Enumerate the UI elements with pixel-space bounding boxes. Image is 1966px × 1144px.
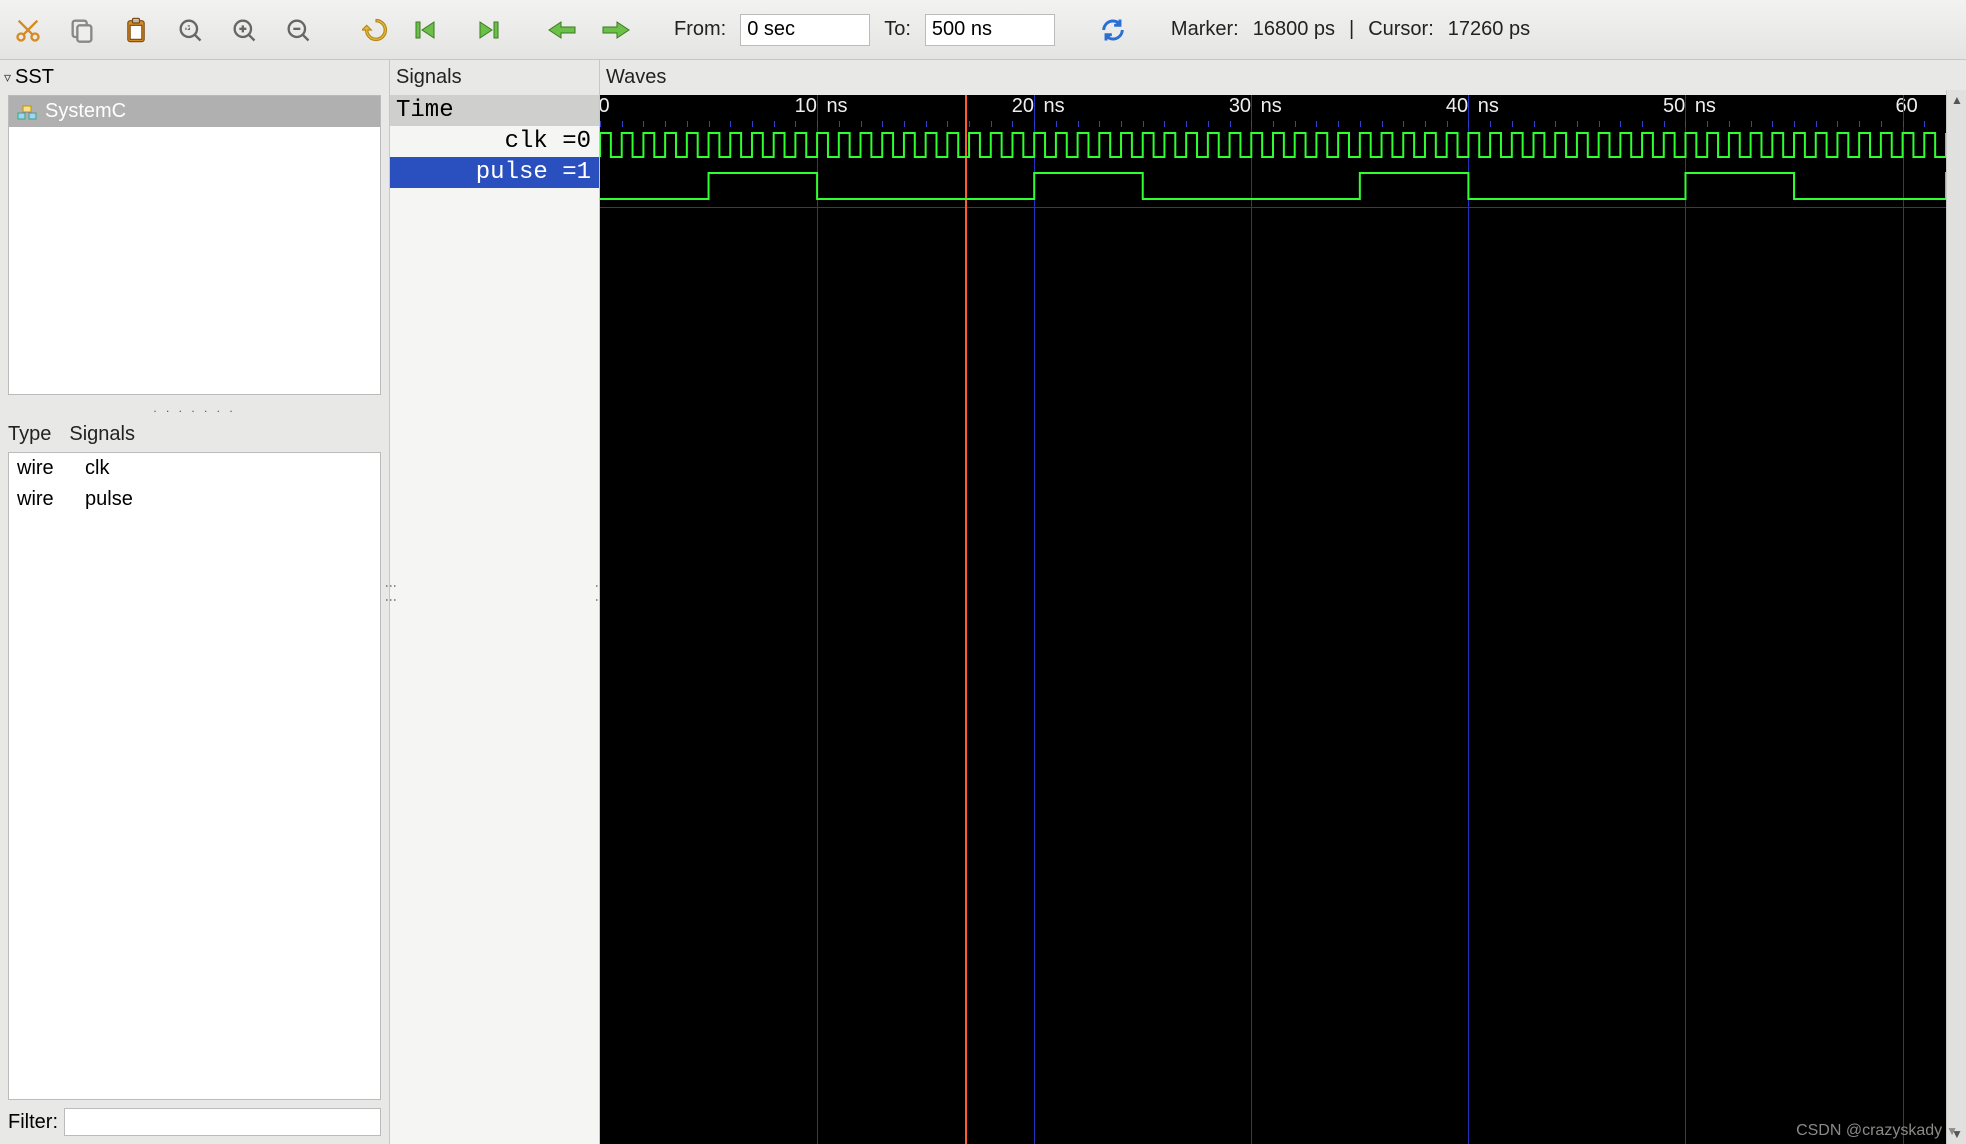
signal-name: pulse xyxy=(85,488,133,511)
watermark: CSDN @crazyskady▼ xyxy=(1796,1122,1958,1140)
tree-item-label: SystemC xyxy=(45,100,126,123)
marker-label: Marker: xyxy=(1171,18,1239,41)
refresh-icon xyxy=(1099,16,1127,44)
last-button[interactable] xyxy=(464,10,504,50)
signal-list-header: Type Signals xyxy=(0,417,389,452)
undo-icon xyxy=(362,16,390,44)
clipboard-icon xyxy=(122,16,150,44)
signals-panel: ⋮⋮ Signals Time clk =0 pulse =1 xyxy=(390,60,600,1144)
zoom-in-button[interactable] xyxy=(224,10,264,50)
undo-button[interactable] xyxy=(356,10,396,50)
waves-title: Waves xyxy=(600,60,1966,95)
marker-value: 16800 ps xyxy=(1253,18,1335,41)
wave-canvas[interactable]: 010 ns20 ns30 ns40 ns50 ns60 xyxy=(600,95,1946,1144)
signal-name-time[interactable]: Time xyxy=(390,95,599,126)
signals-header: Signals xyxy=(69,423,135,446)
from-input[interactable] xyxy=(740,14,870,46)
paste-button[interactable] xyxy=(116,10,156,50)
filter-row: Filter: xyxy=(0,1100,389,1144)
zoom-out-icon xyxy=(284,16,312,44)
zoom-fit-button[interactable] xyxy=(170,10,210,50)
to-label: To: xyxy=(884,18,911,41)
signal-row[interactable]: wire clk xyxy=(9,453,380,484)
sst-title-row: ▿ SST xyxy=(0,60,389,95)
copy-button[interactable] xyxy=(62,10,102,50)
cursor-value: 17260 ps xyxy=(1448,18,1530,41)
signal-name-clk[interactable]: clk =0 xyxy=(390,126,599,157)
sst-tree[interactable]: SystemC xyxy=(8,95,381,395)
next-arrow-icon xyxy=(601,17,631,43)
signals-panel-title: Signals xyxy=(390,60,599,95)
cursor-sep: | xyxy=(1349,18,1354,41)
waveform-svg xyxy=(600,95,1946,1144)
toolbar: From: To: Marker: 16800 ps | Cursor: 172… xyxy=(0,0,1966,60)
signal-name: clk xyxy=(85,457,109,480)
refresh-button[interactable] xyxy=(1093,10,1133,50)
signal-list[interactable]: wire clk wire pulse xyxy=(8,452,381,1100)
next-button[interactable] xyxy=(596,10,636,50)
vertical-scrollbar[interactable]: ▲ ▼ xyxy=(1946,90,1966,1144)
cut-button[interactable] xyxy=(8,10,48,50)
v-resize-handle[interactable]: ⋮⋮ xyxy=(384,580,398,608)
prev-button[interactable] xyxy=(542,10,582,50)
tree-item-systemc[interactable]: SystemC xyxy=(9,96,380,127)
first-button[interactable] xyxy=(410,10,450,50)
copy-icon xyxy=(68,16,96,44)
filter-input[interactable] xyxy=(64,1108,381,1136)
signal-type: wire xyxy=(17,488,67,511)
module-icon xyxy=(17,104,37,120)
to-input[interactable] xyxy=(925,14,1055,46)
from-label: From: xyxy=(674,18,726,41)
scissors-icon xyxy=(14,16,42,44)
sst-panel: ▿ SST SystemC . . . . . . . Type Signals… xyxy=(0,60,390,1144)
main-area: ▿ SST SystemC . . . . . . . Type Signals… xyxy=(0,60,1966,1144)
prev-arrow-icon xyxy=(547,17,577,43)
signal-row[interactable]: wire pulse xyxy=(9,484,380,515)
type-header: Type xyxy=(8,423,51,446)
sst-title: SST xyxy=(15,66,54,89)
signal-name-pulse[interactable]: pulse =1 xyxy=(390,157,599,188)
zoom-fit-icon xyxy=(176,16,204,44)
cursor-label: Cursor: xyxy=(1368,18,1434,41)
zoom-in-icon xyxy=(230,16,258,44)
first-arrow-icon xyxy=(414,16,446,44)
collapse-icon[interactable]: ▿ xyxy=(4,69,11,86)
waves-panel: ⋮⋮ Waves 010 ns20 ns30 ns40 ns50 ns60 ▲ … xyxy=(600,60,1966,1144)
signal-name-list[interactable]: Time clk =0 pulse =1 xyxy=(390,95,599,1144)
h-resize-handle[interactable]: . . . . . . . xyxy=(0,399,389,417)
signal-type: wire xyxy=(17,457,67,480)
scroll-up-icon[interactable]: ▲ xyxy=(1947,90,1966,110)
filter-label: Filter: xyxy=(8,1111,58,1134)
last-arrow-icon xyxy=(468,16,500,44)
zoom-out-button[interactable] xyxy=(278,10,318,50)
